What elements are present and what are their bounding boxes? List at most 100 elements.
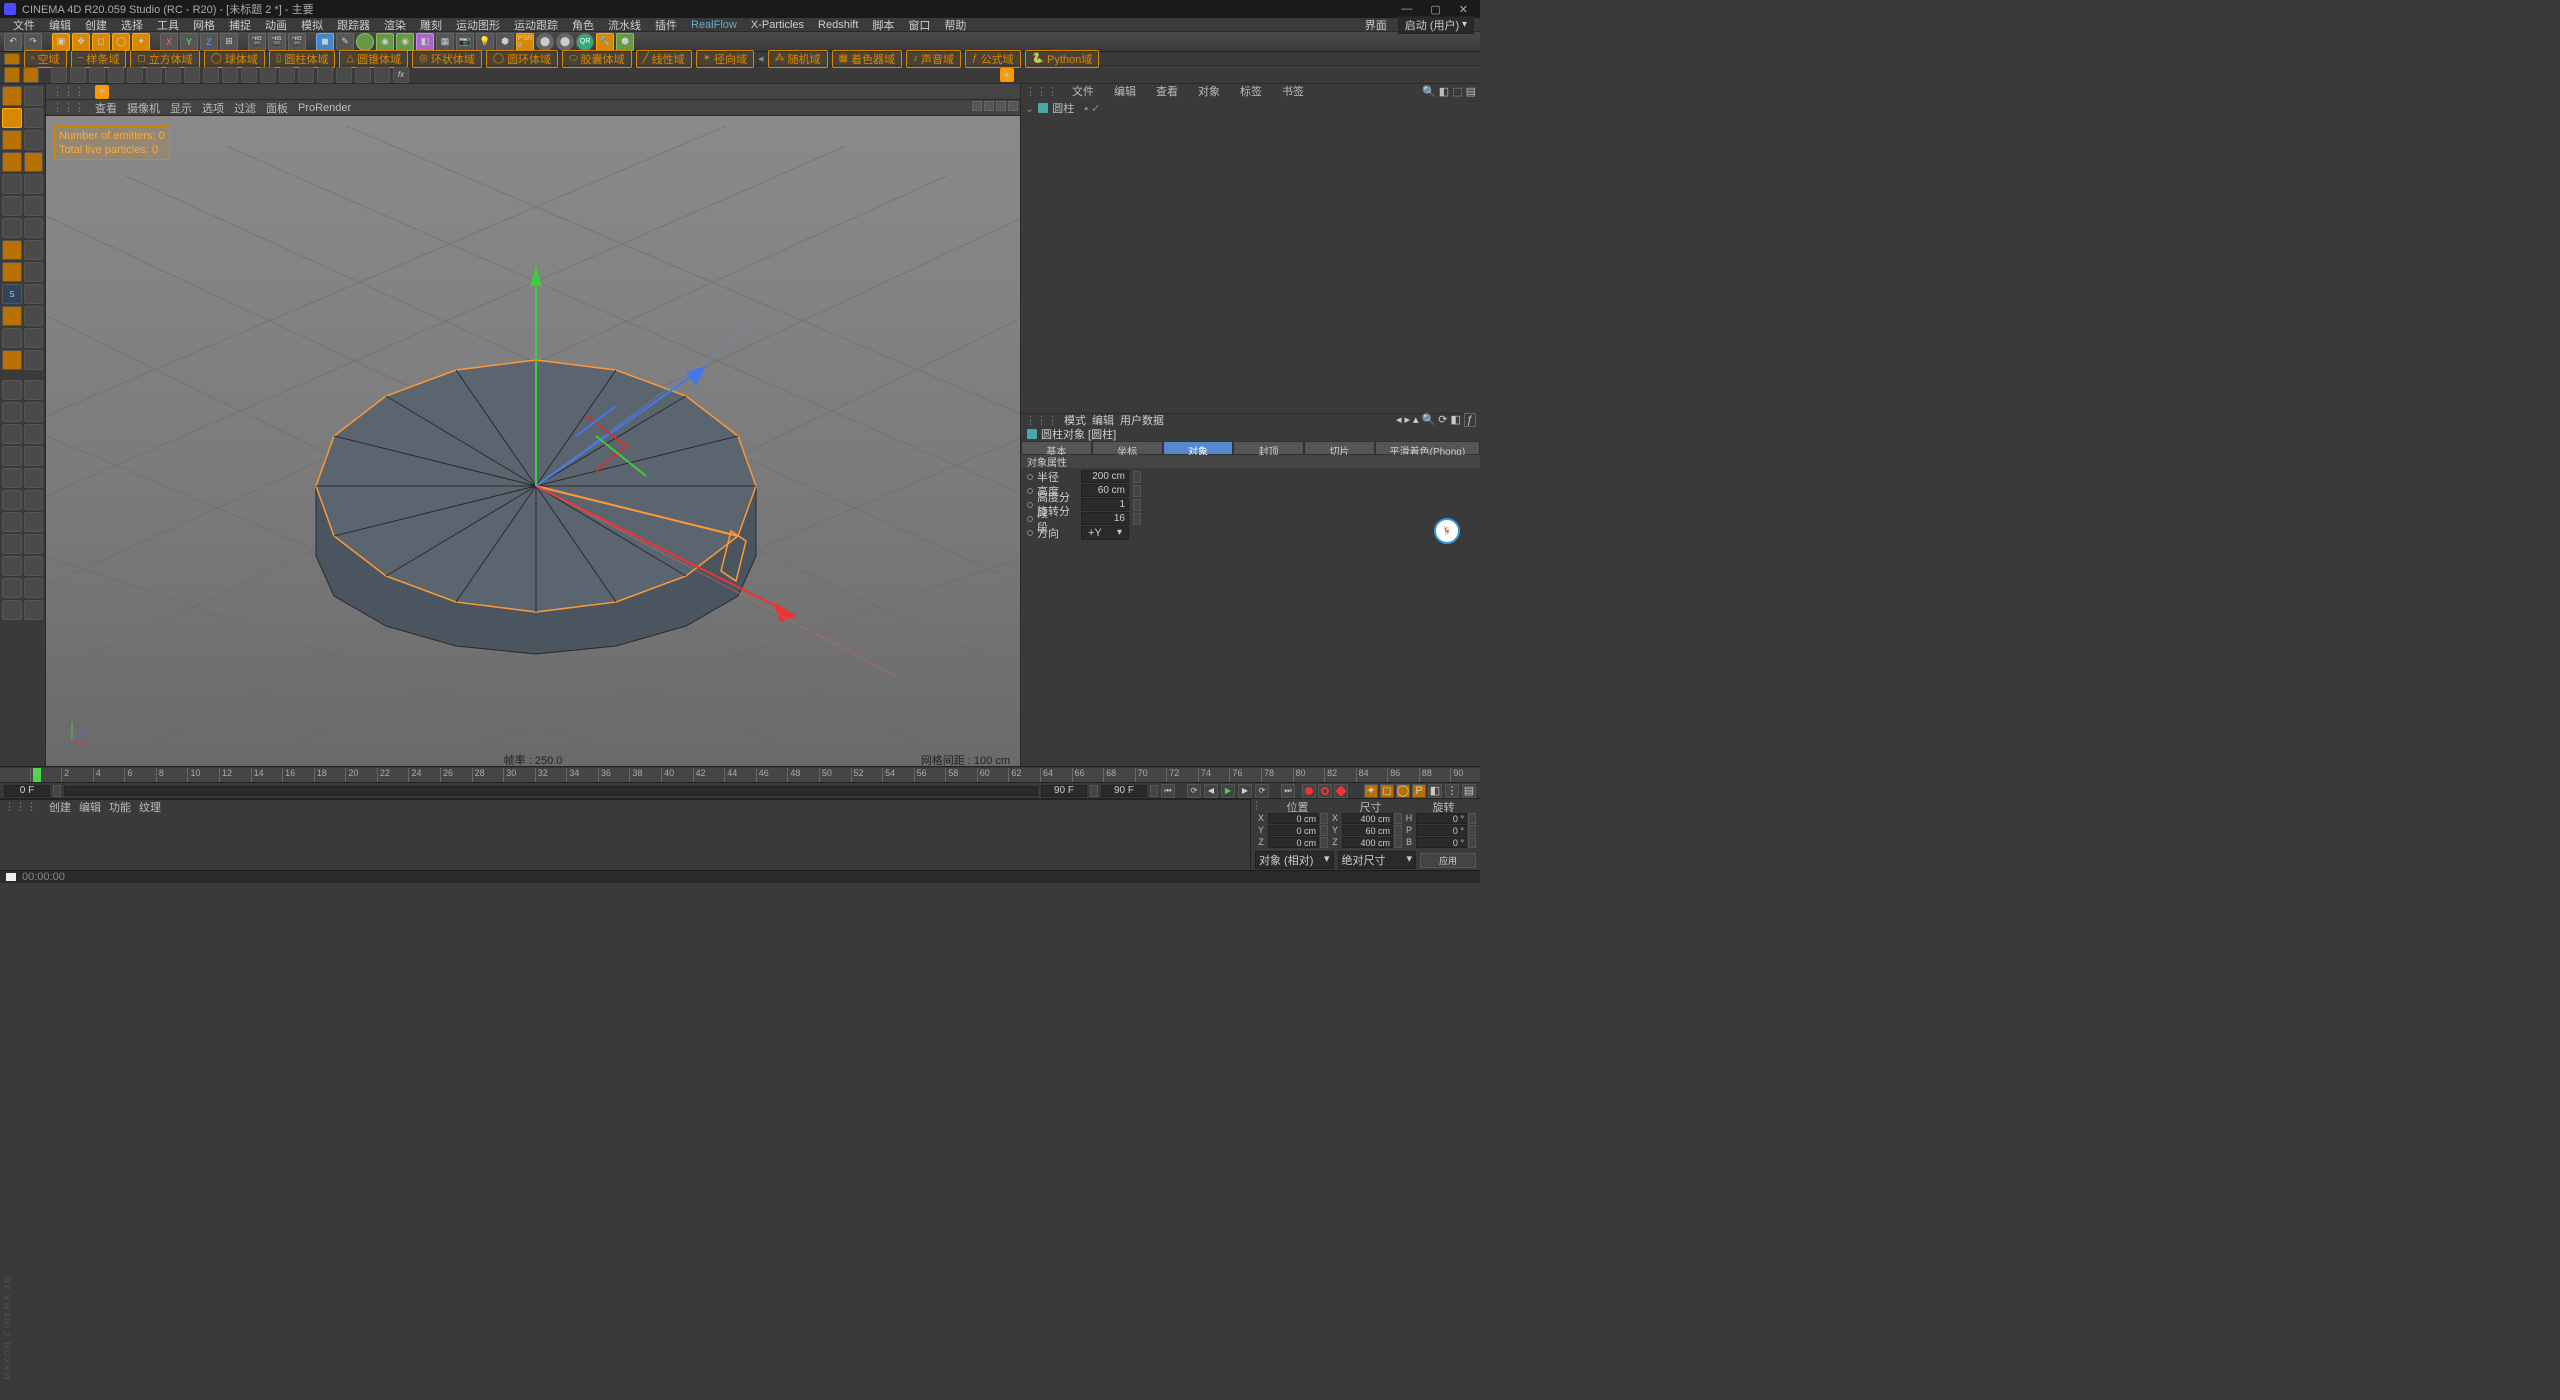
coord-field[interactable]: 60 cm [1342, 825, 1393, 836]
domain-radial[interactable]: ✴ 径向域 [696, 50, 754, 68]
menu-edit[interactable]: 编辑 [42, 17, 78, 33]
add-scene-button[interactable]: ⬢ [496, 33, 514, 51]
panel-icon[interactable]: ▤ [1466, 85, 1476, 98]
tool[interactable] [24, 196, 44, 216]
tool[interactable] [24, 328, 44, 348]
vp-filter[interactable]: 过滤 [234, 100, 256, 116]
extra-tool[interactable] [24, 578, 44, 598]
tool[interactable] [24, 130, 44, 150]
layout-select[interactable]: 启动 (用户) ▾ [1398, 16, 1474, 34]
tool[interactable] [24, 240, 44, 260]
extra-tool[interactable] [2, 468, 22, 488]
tab-basic[interactable]: 基本 [1021, 441, 1092, 455]
nav-fwd-icon[interactable]: ▸ [1404, 413, 1410, 427]
menu-simulate[interactable]: 模拟 [294, 17, 330, 33]
spinner[interactable] [1150, 785, 1158, 797]
tool[interactable] [24, 218, 44, 238]
object-row-cylinder[interactable]: ⌄ 圆柱 ▪ ✓ [1025, 100, 1476, 116]
menu-script[interactable]: 脚本 [865, 17, 901, 33]
effector-btn[interactable] [51, 67, 67, 83]
extra-tool[interactable] [24, 556, 44, 576]
redo-button[interactable]: ↷ [24, 33, 42, 51]
dopesheet-button[interactable]: ▤ [1462, 784, 1476, 798]
add-environment-button[interactable]: ▦ [436, 33, 454, 51]
menu-snap[interactable]: 捕捉 [222, 17, 258, 33]
add-nurbs-button[interactable] [356, 33, 374, 51]
minimize-button[interactable]: — [1401, 3, 1412, 16]
effector-btn[interactable] [298, 67, 314, 83]
spinner[interactable] [53, 785, 61, 797]
material-manager[interactable] [0, 814, 1250, 870]
key-scale-button[interactable]: ◻ [1380, 784, 1394, 798]
menu-realflow[interactable]: RealFlow [684, 19, 744, 31]
edge-mode[interactable] [2, 196, 22, 216]
coord-field[interactable]: 0 ° [1416, 825, 1467, 836]
extra-tool[interactable] [24, 600, 44, 620]
plus-icon-top[interactable]: ✦ [1000, 68, 1014, 82]
effector-btn[interactable] [108, 67, 124, 83]
extra-tool[interactable] [2, 446, 22, 466]
menu-select[interactable]: 选择 [114, 17, 150, 33]
coord-field[interactable]: 0 cm [1268, 837, 1319, 848]
effector-btn[interactable] [89, 67, 105, 83]
add-light-button[interactable]: 💡 [476, 33, 494, 51]
menu-file[interactable]: 文件 [6, 17, 42, 33]
nav-icon[interactable]: ⟳ [1438, 413, 1447, 427]
next-frame-button[interactable]: ▶ [1238, 784, 1252, 798]
coord-field[interactable]: 400 cm [1342, 837, 1393, 848]
coords-mode-select[interactable]: 对象 (相对)▾ [1255, 851, 1334, 869]
coord-field[interactable]: 400 cm [1342, 813, 1393, 824]
tab-function[interactable]: 功能 [109, 799, 131, 815]
tab-object[interactable]: 对象 [1163, 441, 1234, 455]
tab-phong[interactable]: 平滑着色(Phong) [1375, 441, 1480, 455]
domain-icon[interactable] [4, 53, 20, 65]
texture-mode[interactable] [2, 130, 22, 150]
tool[interactable] [24, 108, 44, 128]
misc-tool-1[interactable]: 🔧 [596, 33, 614, 51]
key-rot-button[interactable]: ◯ [1396, 784, 1410, 798]
effector-btn[interactable] [70, 67, 86, 83]
end-frame-field[interactable] [1101, 785, 1147, 797]
menu-create[interactable]: 创建 [78, 17, 114, 33]
add-generator-button[interactable]: ◉ [376, 33, 394, 51]
tab-tags[interactable]: 标签 [1234, 83, 1268, 99]
effector-btn[interactable] [336, 67, 352, 83]
tab-slice[interactable]: 切片 [1304, 441, 1375, 455]
key-button[interactable] [1334, 784, 1348, 798]
object-tree-empty[interactable] [1021, 118, 1480, 413]
domain-formula[interactable]: ƒ 公式域 [965, 50, 1021, 68]
coord-field[interactable]: 0 cm [1268, 825, 1319, 836]
extra-tool[interactable] [24, 380, 44, 400]
tool[interactable] [24, 174, 44, 194]
cur-frame-field[interactable] [1041, 785, 1087, 797]
tool[interactable] [24, 86, 44, 106]
spinner[interactable] [1468, 837, 1476, 848]
menu-plugins[interactable]: 插件 [648, 17, 684, 33]
spinner[interactable] [1133, 485, 1141, 497]
vp-nav-icon[interactable] [996, 101, 1006, 111]
lock-toggle[interactable] [2, 306, 22, 326]
extra-tool[interactable] [24, 468, 44, 488]
add-pen-button[interactable]: ✎ [336, 33, 354, 51]
extra-tool[interactable] [24, 534, 44, 554]
effector-btn[interactable] [184, 67, 200, 83]
tab-objects[interactable]: 对象 [1192, 83, 1226, 99]
effector-btn[interactable] [317, 67, 333, 83]
spinner[interactable] [1320, 825, 1328, 836]
vp-options[interactable]: 选项 [202, 100, 224, 116]
key-param-button[interactable]: P [1412, 784, 1426, 798]
tool[interactable] [24, 306, 44, 326]
track-bar[interactable] [64, 786, 1038, 796]
render-view-button[interactable]: 🎬 [248, 33, 266, 51]
spinner[interactable] [1133, 513, 1141, 525]
extra-tool[interactable] [2, 490, 22, 510]
menu-sculpt[interactable]: 雕刻 [413, 17, 449, 33]
tab-bookmarks[interactable]: 书签 [1276, 83, 1310, 99]
og-button-1[interactable]: ⬤ [536, 33, 554, 51]
search-icon[interactable]: 🔍 [1422, 85, 1436, 98]
spinner[interactable] [1394, 825, 1402, 836]
model-mode[interactable] [2, 108, 22, 128]
menu-character[interactable]: 角色 [565, 17, 601, 33]
effector-btn[interactable] [279, 67, 295, 83]
effector-btn[interactable] [165, 67, 181, 83]
